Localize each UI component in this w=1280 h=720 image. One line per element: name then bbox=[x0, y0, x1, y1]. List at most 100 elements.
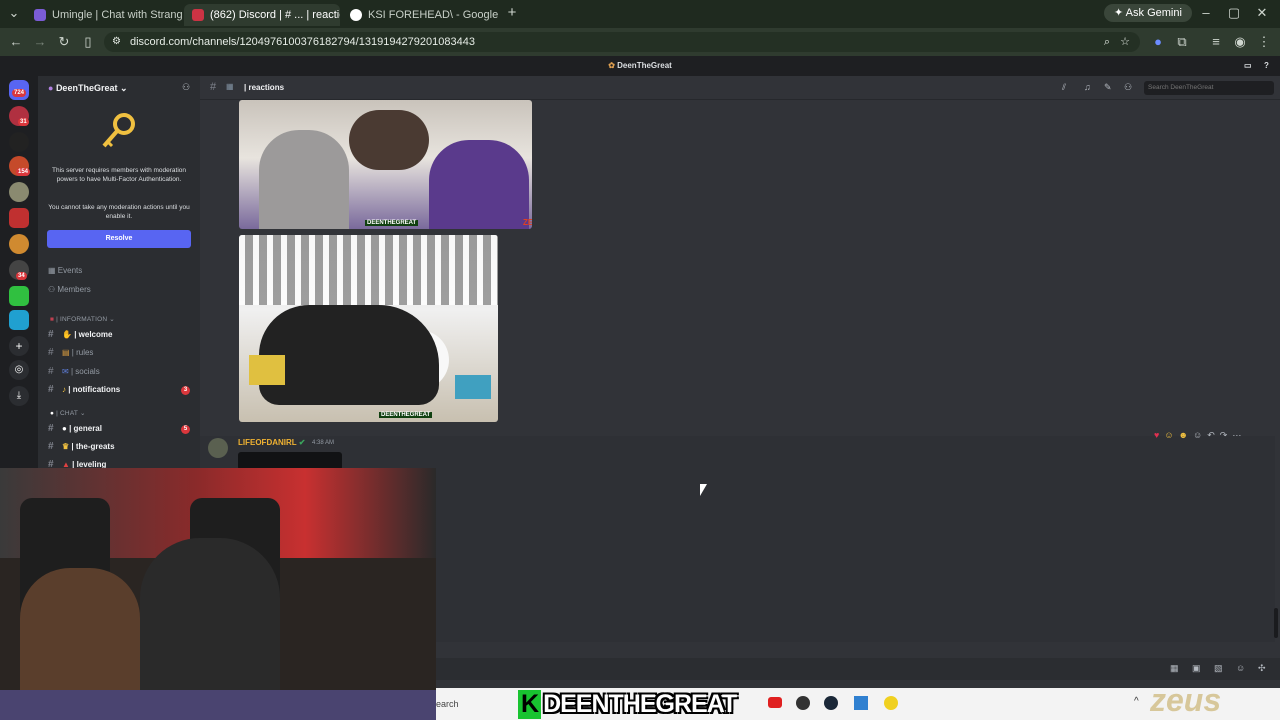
browser-toolbar: ← → ↻ ▯ ⚙ discord.com/channels/120497610… bbox=[0, 28, 1280, 56]
taskbar-search[interactable]: earch bbox=[436, 696, 506, 712]
gift-icon[interactable]: ▦ bbox=[1170, 663, 1179, 674]
resolve-button[interactable]: Resolve bbox=[47, 230, 191, 248]
zoom-icon[interactable]: ⌕ bbox=[1104, 32, 1110, 52]
tab-google-search[interactable]: KSI FOREHEAD\ - Google Search ✕ bbox=[342, 4, 498, 26]
bookmark-star-icon[interactable]: ☆ bbox=[1120, 32, 1130, 52]
address-bar[interactable]: ⚙ discord.com/channels/12049761003761827… bbox=[104, 32, 1140, 52]
mute-icon[interactable]: ♫ bbox=[1084, 82, 1091, 92]
member-list-icon[interactable]: ⚇ bbox=[1124, 82, 1132, 93]
category-label: | CHAT bbox=[56, 410, 78, 417]
minimize-icon[interactable]: – bbox=[1198, 5, 1214, 21]
server-icon-9[interactable] bbox=[9, 310, 29, 330]
obs-icon[interactable] bbox=[796, 696, 810, 710]
channel-name: | reactions bbox=[244, 83, 285, 92]
help-icon[interactable]: ? bbox=[1264, 56, 1269, 76]
reply-icon[interactable]: ↶ bbox=[1207, 430, 1215, 441]
menu-icon[interactable]: ⋮ bbox=[1256, 34, 1272, 50]
discord-favicon-icon bbox=[192, 9, 204, 21]
store-icon[interactable] bbox=[854, 696, 868, 710]
extensions-puzzle-icon[interactable]: ⧉ bbox=[1174, 34, 1190, 50]
hash-icon: # bbox=[48, 423, 54, 434]
reload-icon[interactable]: ↻ bbox=[56, 34, 72, 50]
calendar-icon: ▦ bbox=[48, 266, 58, 275]
events-link[interactable]: ▦ Events bbox=[48, 266, 82, 275]
webcam-overlay bbox=[0, 468, 436, 720]
google-favicon-icon bbox=[350, 9, 362, 21]
add-reaction-icon[interactable]: ☺ bbox=[1193, 430, 1202, 441]
server-icon-6[interactable] bbox=[9, 234, 29, 254]
crib-bars bbox=[239, 235, 498, 305]
tray-chevron-icon[interactable]: ^ bbox=[1134, 696, 1139, 707]
add-server-icon[interactable]: + bbox=[9, 336, 29, 356]
server-badge: 34 bbox=[16, 272, 27, 280]
channel-label: | the-greats bbox=[71, 442, 115, 451]
channel-rules[interactable]: # ▤ | rules bbox=[48, 346, 196, 360]
server-icon-5[interactable] bbox=[9, 208, 29, 228]
channel-emoji-icon: ▦ bbox=[226, 82, 234, 91]
steam-icon[interactable] bbox=[824, 696, 838, 710]
heart-reaction-icon[interactable]: ♥ bbox=[1154, 430, 1159, 441]
hash-icon: # bbox=[48, 384, 54, 395]
server-icon-8[interactable] bbox=[9, 286, 29, 306]
forward-icon[interactable]: → bbox=[32, 34, 48, 50]
download-icon[interactable]: ⤓ bbox=[9, 386, 29, 406]
channel-the-greats[interactable]: # ♛ | the-greats bbox=[48, 440, 196, 454]
avatar[interactable] bbox=[208, 438, 228, 458]
invite-people-icon[interactable]: ⚇ bbox=[182, 82, 190, 93]
category-information[interactable]: ■ | INFORMATION ⌄ bbox=[50, 315, 115, 323]
sidebar-icon[interactable]: ▯ bbox=[80, 34, 96, 50]
apps-icon[interactable]: ✣ bbox=[1258, 663, 1266, 674]
more-options-icon[interactable]: ⋯ bbox=[1232, 430, 1241, 441]
mfa-warning: You cannot take any moderation actions u… bbox=[48, 204, 190, 220]
pin-icon[interactable]: ✎ bbox=[1104, 82, 1112, 93]
back-icon[interactable]: ← bbox=[8, 34, 24, 50]
grin-reaction-icon[interactable]: ☺ bbox=[1164, 430, 1173, 441]
category-label: | INFORMATION bbox=[56, 316, 108, 323]
events-label: Events bbox=[57, 266, 83, 275]
server-icon-4[interactable] bbox=[9, 182, 29, 202]
mfa-notice: This server requires members with modera… bbox=[51, 167, 187, 183]
profile-icon[interactable]: ◉ bbox=[1232, 34, 1248, 50]
window-close-icon[interactable]: ✕ bbox=[1254, 5, 1270, 21]
discover-icon[interactable]: ◎ bbox=[9, 360, 29, 380]
server-icon-2[interactable] bbox=[9, 132, 29, 152]
tab-discord[interactable]: (862) Discord | # ... | reactions ✕ bbox=[184, 4, 340, 26]
norton-icon[interactable] bbox=[884, 696, 898, 710]
threads-icon[interactable]: ⫽ bbox=[1062, 82, 1066, 93]
forward-icon[interactable]: ↷ bbox=[1220, 430, 1228, 441]
gemini-icon: ✦ bbox=[1114, 7, 1126, 19]
message-author[interactable]: LIFEOFDANIRL ✔ bbox=[238, 438, 305, 447]
scrollbar[interactable] bbox=[1274, 608, 1278, 638]
media-icon[interactable]: ≡ bbox=[1208, 34, 1224, 50]
attachment-image-2[interactable]: DEENTHEGREAT bbox=[239, 235, 498, 422]
browser-tab-bar: ⌄ Umingle | Chat with Strangers N ✕ (862… bbox=[0, 0, 1280, 28]
new-tab-icon[interactable]: + bbox=[504, 5, 520, 21]
extension-icon[interactable]: ● bbox=[1150, 34, 1166, 50]
ask-gemini-button[interactable]: ✦ Ask Gemini bbox=[1104, 4, 1192, 22]
chevron-down-icon: ⌄ bbox=[117, 83, 128, 93]
laugh-reaction-icon[interactable]: ☻ bbox=[1179, 430, 1188, 441]
guild-header[interactable]: ● DeenTheGreat ⌄ bbox=[48, 83, 128, 94]
guild-icon: ● bbox=[48, 83, 56, 93]
sticker-icon[interactable]: ▧ bbox=[1214, 663, 1223, 674]
attachment-image-1[interactable]: DEENTHEGREAT ZE bbox=[239, 100, 532, 229]
maximize-icon[interactable]: ▢ bbox=[1226, 5, 1242, 21]
members-link[interactable]: ⚇ Members bbox=[48, 285, 91, 294]
logo-text: DEENTHEGREAT bbox=[543, 690, 737, 718]
channel-welcome[interactable]: # ✋ | welcome bbox=[48, 328, 196, 342]
search-input[interactable] bbox=[1144, 81, 1274, 95]
gif-icon[interactable]: ▣ bbox=[1192, 663, 1201, 674]
tab-umingle[interactable]: Umingle | Chat with Strangers N ✕ bbox=[26, 4, 182, 26]
inbox-icon[interactable]: ▭ bbox=[1244, 56, 1252, 76]
emoji-icon[interactable]: ☺ bbox=[1236, 663, 1245, 673]
youtube-icon[interactable] bbox=[768, 697, 782, 708]
person-shape bbox=[429, 140, 529, 229]
site-info-icon[interactable]: ⚙ bbox=[112, 32, 121, 52]
category-chat[interactable]: ● | CHAT ⌄ bbox=[50, 409, 86, 417]
channel-notifications[interactable]: # ♪ | notifications 3 bbox=[48, 383, 196, 397]
channel-socials[interactable]: # ✉ | socials bbox=[48, 365, 196, 379]
image-watermark: DEENTHEGREAT bbox=[379, 412, 433, 418]
chevron-down-icon: ⌄ bbox=[107, 316, 115, 323]
tab-list-icon[interactable]: ⌄ bbox=[6, 5, 22, 21]
channel-general[interactable]: # ● | general 5 bbox=[48, 422, 196, 436]
